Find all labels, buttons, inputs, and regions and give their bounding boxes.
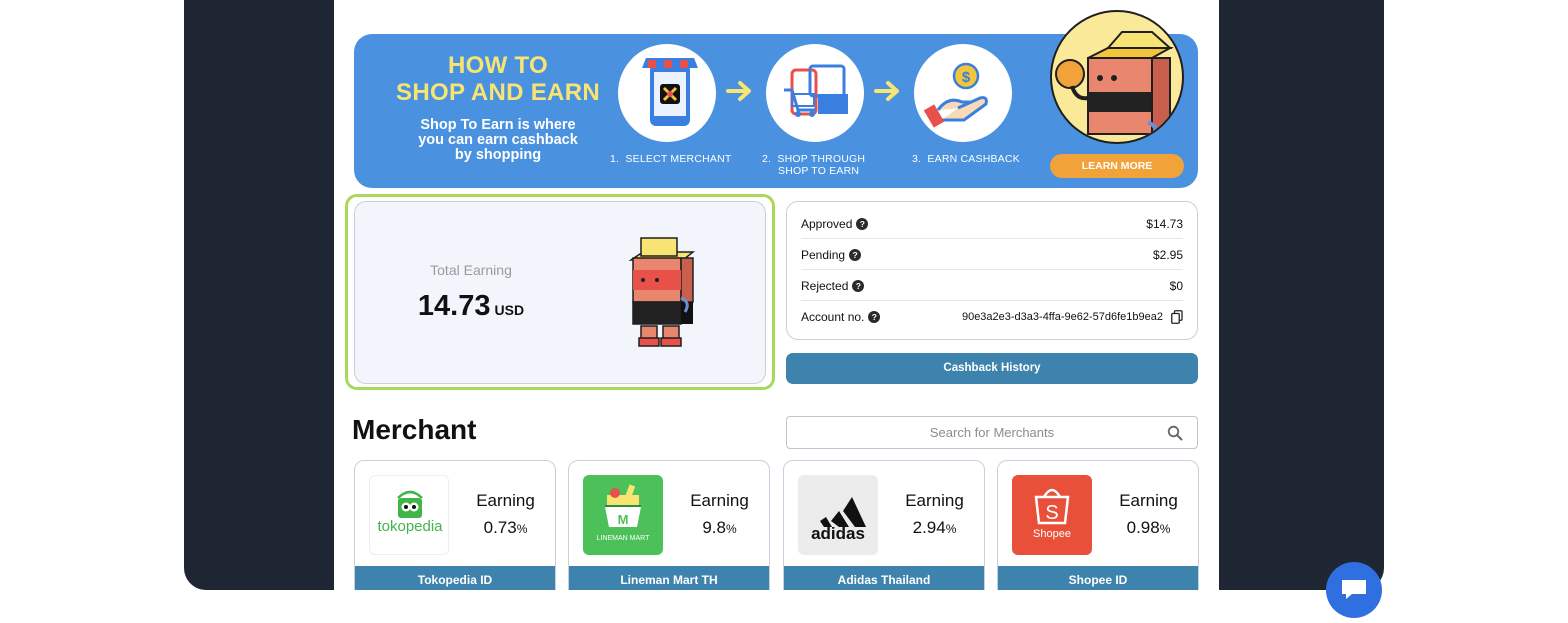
earn-cashback-illustration: $ (914, 44, 1012, 142)
earning-rate: 2.94% (912, 518, 957, 537)
help-icon[interactable]: ? (868, 311, 881, 323)
merchant-heading: Merchant (352, 414, 477, 445)
total-earning-value: 14.73 USD (417, 290, 525, 322)
approved-row: Approved? $14.73 (801, 209, 1183, 239)
how-to-banner: HOW TO SHOP AND EARN Shop To Earn is whe… (354, 10, 1198, 188)
earning-rate: 0.73% (483, 518, 528, 537)
earnings-breakdown: Approved? $14.73 Pending? $2.95 Rejected… (786, 201, 1198, 340)
banner-mascot-image (1050, 10, 1184, 144)
svg-text:M: M (618, 512, 629, 527)
account-number: 90e3a2e3-d3a3-4ffa-9e62-57d6fe1b9ea2 (961, 311, 1163, 323)
shopee-logo: S Shopee (1012, 475, 1092, 555)
adidas-logo: adidas (798, 475, 878, 555)
help-icon[interactable]: ? (856, 217, 869, 230)
mascot-image (628, 237, 696, 347)
help-icon[interactable]: ? (849, 248, 862, 261)
merchant-search-input[interactable] (787, 417, 1197, 448)
account-row: Account no.? 90e3a2e3-d3a3-4ffa-9e62-57d… (801, 302, 1183, 332)
pending-row: Pending? $2.95 (801, 240, 1183, 270)
lineman-mart-logo: M LINEMAN MART (583, 475, 663, 555)
help-icon[interactable]: ? (852, 279, 865, 292)
svg-text:tokopedia: tokopedia (377, 518, 443, 535)
svg-text:adidas: adidas (811, 524, 865, 543)
svg-text:$: $ (962, 69, 971, 86)
select-merchant-illustration (618, 44, 716, 142)
chat-icon (1342, 580, 1366, 599)
merchant-name: Lineman Mart TH (569, 566, 769, 590)
rejected-row: Rejected? $0 (801, 271, 1183, 301)
arrow-right-icon (874, 81, 899, 101)
merchant-name: Shopee ID (998, 566, 1198, 590)
step-3-label: 3. EARN CASHBACK (912, 153, 1020, 165)
total-earning-card: Total Earning 14.73 USD (354, 201, 766, 384)
merchant-card-adidas[interactable]: adidas Earning 2.94% Adidas Thailand (783, 460, 985, 590)
shop-through-illustration (766, 44, 864, 142)
earning-rate: 9.8% (702, 518, 737, 537)
svg-text:S: S (1045, 502, 1058, 524)
merchant-card-shopee[interactable]: S Shopee Earning 0.98% Shopee ID (997, 460, 1199, 590)
step-1-label: 1. SELECT MERCHANT (610, 153, 732, 165)
earning-rate: 0.98% (1126, 518, 1171, 537)
merchant-card-lineman-mart[interactable]: M LINEMAN MART Earning 9.8% Lineman Mart… (568, 460, 770, 590)
svg-text:Shopee: Shopee (1033, 528, 1071, 540)
svg-text:LINEMAN MART: LINEMAN MART (597, 535, 650, 542)
approved-value: $14.73 (1146, 216, 1183, 231)
banner-title: HOW TO SHOP AND EARN (396, 52, 600, 106)
rejected-value: $0 (1169, 278, 1183, 293)
pending-value: $2.95 (1152, 247, 1183, 262)
copy-icon[interactable] (1171, 310, 1183, 324)
arrow-right-icon (726, 81, 751, 101)
tokopedia-logo: tokopedia (369, 475, 449, 555)
total-earning-label: Total Earning (430, 262, 512, 278)
app-frame: HOW TO SHOP AND EARN Shop To Earn is whe… (184, 0, 1384, 590)
step-2-label: 2. SHOP THROUGH SHOP TO EARN (762, 153, 866, 177)
learn-more-button[interactable]: LEARN MORE (1050, 154, 1184, 178)
merchant-name: Tokopedia ID (355, 566, 555, 590)
search-icon[interactable] (1167, 425, 1183, 441)
chat-button[interactable] (1326, 562, 1382, 618)
merchant-search (786, 416, 1198, 449)
cashback-history-button[interactable]: Cashback History (786, 353, 1198, 384)
page-content: HOW TO SHOP AND EARN Shop To Earn is whe… (334, 0, 1219, 590)
merchant-name: Adidas Thailand (784, 566, 984, 590)
banner-subtitle: Shop To Earn is where you can earn cashb… (418, 117, 578, 163)
merchant-card-tokopedia[interactable]: tokopedia Earning 0.73% Tokopedia ID (354, 460, 556, 590)
